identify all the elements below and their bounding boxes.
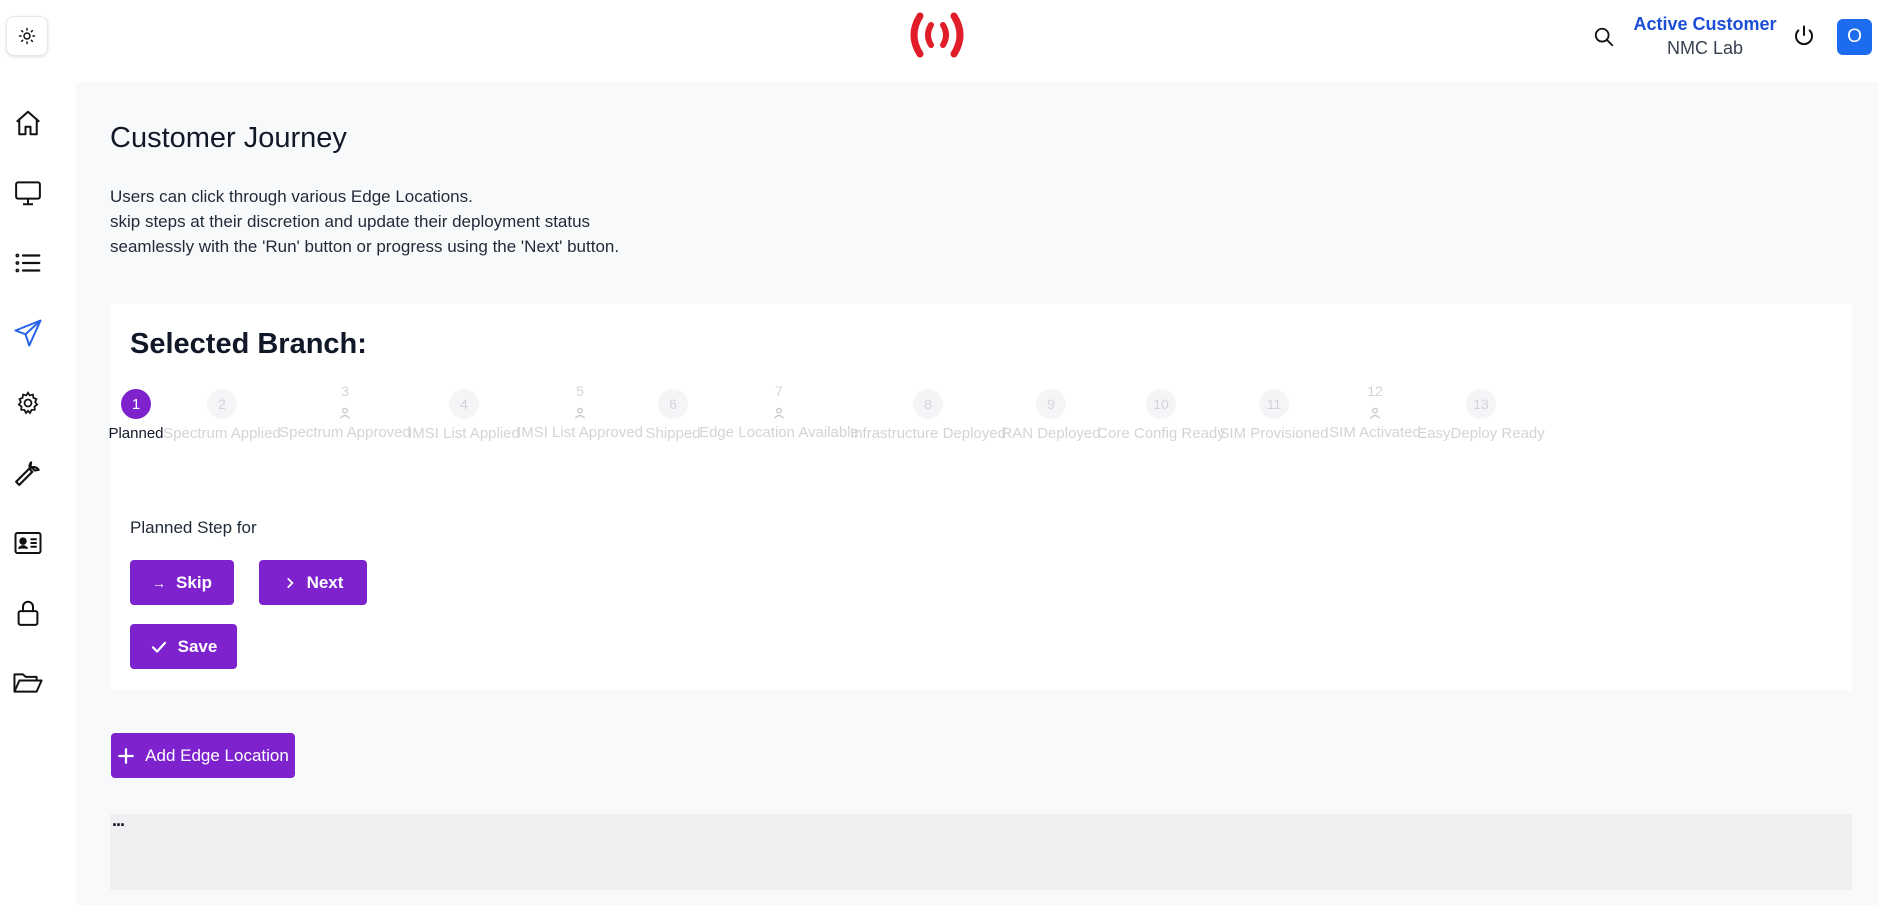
check-icon [151,641,166,653]
branch-card: Selected Branch: 1 Planned 2 Spectrum Appli… [108,304,1852,690]
person-icon [694,404,864,422]
arrow-right-icon: → [152,574,167,591]
step-number: 11 [1259,389,1289,419]
search-button[interactable] [1591,24,1617,50]
skip-button[interactable]: → Skip [130,560,234,605]
step-13[interactable]: 13 EasyDeploy Ready [1396,389,1566,442]
wrench-icon [15,461,40,486]
sidebar-item-home[interactable] [10,105,46,141]
step-label: Edge Location Available [699,424,859,441]
edge-location-panel: ... [110,810,1852,890]
id-card-icon [14,532,42,554]
next-button[interactable]: Next [259,560,367,605]
step-number: 13 [1466,389,1496,419]
page-title: Customer Journey [110,122,347,154]
step-number: 8 [913,389,943,419]
step-number: 3 [341,383,349,399]
sidebar-item-contacts[interactable] [10,525,46,561]
main-content: Customer Journey Users can click through… [76,82,1878,905]
step-7[interactable]: 7 Edge Location Available [694,380,864,441]
save-button[interactable]: Save [130,624,237,669]
sidebar-item-journey[interactable] [10,315,46,351]
step-label: EasyDeploy Ready [1417,425,1545,442]
selected-branch-title: Selected Branch: [130,328,367,360]
page-description: Users can click through various Edge Loc… [110,184,810,259]
step-number: 2 [207,389,237,419]
customer-name: Active Customer [1633,14,1777,34]
list-icon [15,253,41,273]
top-bar: Active Customer NMC Lab O [0,0,1878,82]
monitor-icon [15,181,41,206]
gear-icon [17,391,39,415]
customer-sub: NMC Lab [1666,38,1744,58]
add-edge-location-label: Add Edge Location [145,745,289,765]
step-number: 9 [1036,389,1066,419]
brand-logo[interactable] [903,10,971,60]
search-icon [1594,27,1614,47]
broadcast-logo [910,12,964,58]
next-label: Next [306,572,344,592]
step-number: 6 [658,389,688,419]
description-line: seamlessly with the 'Run' button or prog… [110,237,620,256]
plus-icon [118,747,135,764]
description-line: skip steps at their discretion and updat… [110,212,591,231]
sidebar-item-files[interactable] [10,665,46,701]
send-icon [14,319,42,347]
folder-open-icon [13,673,43,693]
step-number: 7 [775,383,783,399]
active-customer[interactable]: Active Customer NMC Lab [1620,13,1790,60]
chevron-right-icon [286,577,294,588]
add-edge-location-button[interactable]: Add Edge Location [111,733,295,778]
step-number: 10 [1146,389,1176,419]
lock-icon [17,600,39,626]
save-label: Save [177,636,218,656]
sidebar-item-settings[interactable] [10,385,46,421]
sidebar-item-list[interactable] [10,245,46,281]
sidebar [0,82,76,905]
home-icon [16,110,40,136]
logout-button[interactable] [1790,22,1818,50]
power-icon [1795,25,1813,46]
sidebar-item-monitor[interactable] [10,175,46,211]
sun-icon [18,27,36,45]
skip-label: Skip [176,572,212,592]
avatar[interactable]: O [1837,19,1872,55]
sidebar-item-tools[interactable] [10,455,46,491]
step-number: 12 [1367,383,1383,399]
planned-step-text: Planned Step for [130,518,257,537]
more-indicator[interactable]: ... [112,810,125,831]
step-number: 4 [449,389,479,419]
description-line: Users can click through various Edge Loc… [110,187,473,206]
sidebar-item-security[interactable] [10,595,46,631]
theme-toggle-button[interactable] [6,16,48,56]
